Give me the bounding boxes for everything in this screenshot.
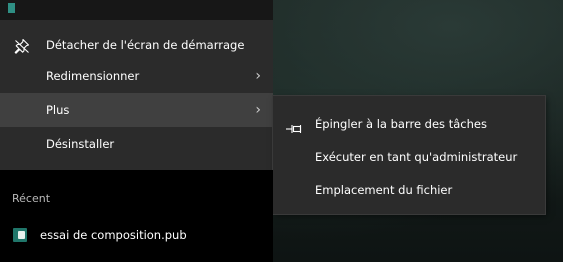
menu-item-label: Redimensionner bbox=[46, 69, 140, 83]
unpin-icon bbox=[14, 38, 30, 54]
submenu-item-label: Emplacement du fichier bbox=[315, 183, 453, 197]
publisher-file-icon bbox=[13, 228, 27, 242]
tile-accent-mark bbox=[8, 3, 15, 13]
submenu-item-label: Exécuter en tant qu'administrateur bbox=[315, 150, 518, 164]
recent-section: Récent essai de composition.pub bbox=[0, 170, 273, 262]
menu-item-label: Plus bbox=[46, 103, 70, 117]
submenu-item-run-as-admin[interactable]: Exécuter en tant qu'administrateur bbox=[273, 141, 545, 173]
menu-item-label: Désinstaller bbox=[46, 137, 115, 151]
recent-item-label: essai de composition.pub bbox=[40, 228, 187, 242]
menu-item-uninstall[interactable]: Désinstaller bbox=[0, 127, 273, 161]
menu-item-label: Détacher de l'écran de démarrage bbox=[46, 38, 245, 52]
menu-item-unpin-start[interactable]: Détacher de l'écran de démarrage bbox=[0, 28, 273, 62]
submenu-item-label: Épingler à la barre des tâches bbox=[315, 117, 487, 131]
chevron-right-icon: › bbox=[255, 102, 261, 118]
submenu-item-pin-taskbar[interactable]: Épingler à la barre des tâches bbox=[273, 108, 545, 140]
menu-item-more[interactable]: Plus › bbox=[0, 93, 273, 127]
start-context-menu: Détacher de l'écran de démarrage Redimen… bbox=[0, 20, 273, 170]
pin-taskbar-icon bbox=[285, 119, 305, 133]
submenu-item-file-location[interactable]: Emplacement du fichier bbox=[273, 174, 545, 206]
recent-item[interactable]: essai de composition.pub bbox=[0, 220, 273, 250]
recent-heading: Récent bbox=[12, 192, 51, 205]
chevron-right-icon: › bbox=[255, 68, 261, 84]
menu-item-resize[interactable]: Redimensionner › bbox=[0, 59, 273, 93]
more-submenu: Épingler à la barre des tâches Exécuter … bbox=[273, 96, 545, 214]
